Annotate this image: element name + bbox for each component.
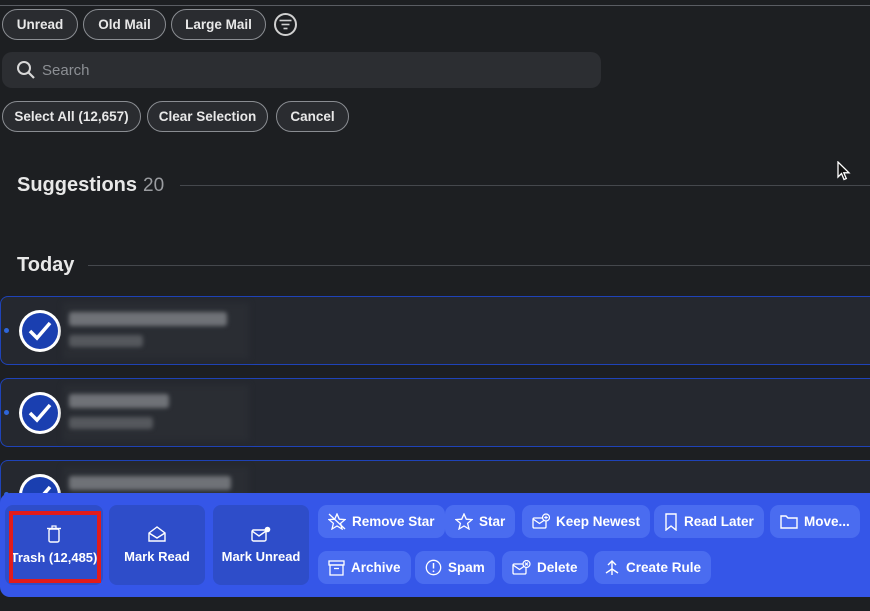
- selected-check-icon[interactable]: [19, 310, 61, 352]
- read-later-button[interactable]: Read Later: [654, 505, 764, 538]
- top-divider: [0, 5, 870, 6]
- select-all-button[interactable]: Select All (12,657): [2, 101, 141, 132]
- filter-chip-large-mail[interactable]: Large Mail: [171, 9, 266, 40]
- redacted-sender: [69, 476, 231, 490]
- today-divider: [88, 265, 870, 266]
- trash-highlight: [9, 511, 101, 583]
- filter-chip-old-mail[interactable]: Old Mail: [83, 9, 166, 40]
- remove-star-button[interactable]: Remove Star: [318, 505, 445, 538]
- envelope-dot-icon: [251, 526, 271, 542]
- mark-read-button[interactable]: Mark Read: [109, 505, 205, 585]
- spam-button[interactable]: Spam: [415, 551, 495, 584]
- suggestions-divider: [180, 185, 870, 186]
- suggestions-header[interactable]: Suggestions 20: [17, 174, 164, 197]
- search-input[interactable]: [42, 52, 582, 88]
- email-row-2[interactable]: [0, 378, 870, 447]
- redacted-subject: [69, 335, 143, 347]
- delete-button[interactable]: Delete: [502, 551, 588, 584]
- redacted-sender: [69, 312, 227, 326]
- search-icon: [17, 61, 35, 79]
- branch-split-icon: [605, 560, 619, 575]
- star-icon: [455, 513, 473, 530]
- filter-lines-icon[interactable]: [274, 13, 297, 36]
- redacted-subject: [69, 417, 153, 429]
- mail-x-icon: [512, 559, 531, 575]
- mark-unread-button[interactable]: Mark Unread: [213, 505, 309, 585]
- mouse-cursor-icon: [837, 161, 851, 181]
- move-button[interactable]: Move...: [770, 505, 860, 538]
- mail-plus-icon: [532, 513, 550, 529]
- suggestions-count: 20: [143, 175, 165, 196]
- star-button[interactable]: Star: [445, 505, 516, 538]
- today-header: Today: [17, 254, 75, 276]
- clear-selection-button[interactable]: Clear Selection: [147, 101, 268, 132]
- redacted-sender: [69, 394, 169, 408]
- selected-check-icon[interactable]: [19, 392, 61, 434]
- folder-icon: [780, 515, 798, 529]
- keep-newest-button[interactable]: Keep Newest: [522, 505, 651, 538]
- alert-circle-icon: [425, 559, 442, 576]
- star-off-icon: [328, 513, 346, 530]
- cancel-button[interactable]: Cancel: [276, 101, 349, 132]
- filter-chip-unread[interactable]: Unread: [2, 9, 78, 40]
- email-row-1[interactable]: [0, 296, 870, 365]
- unread-dot: [4, 328, 9, 333]
- create-rule-button[interactable]: Create Rule: [594, 551, 712, 584]
- search-bar: [2, 52, 601, 88]
- bookmark-icon: [665, 512, 677, 531]
- archive-button[interactable]: Archive: [318, 551, 411, 584]
- unread-dot: [4, 410, 9, 415]
- suggestions-title: Suggestions: [17, 174, 138, 196]
- archive-box-icon: [328, 559, 345, 576]
- envelope-open-icon: [148, 526, 166, 542]
